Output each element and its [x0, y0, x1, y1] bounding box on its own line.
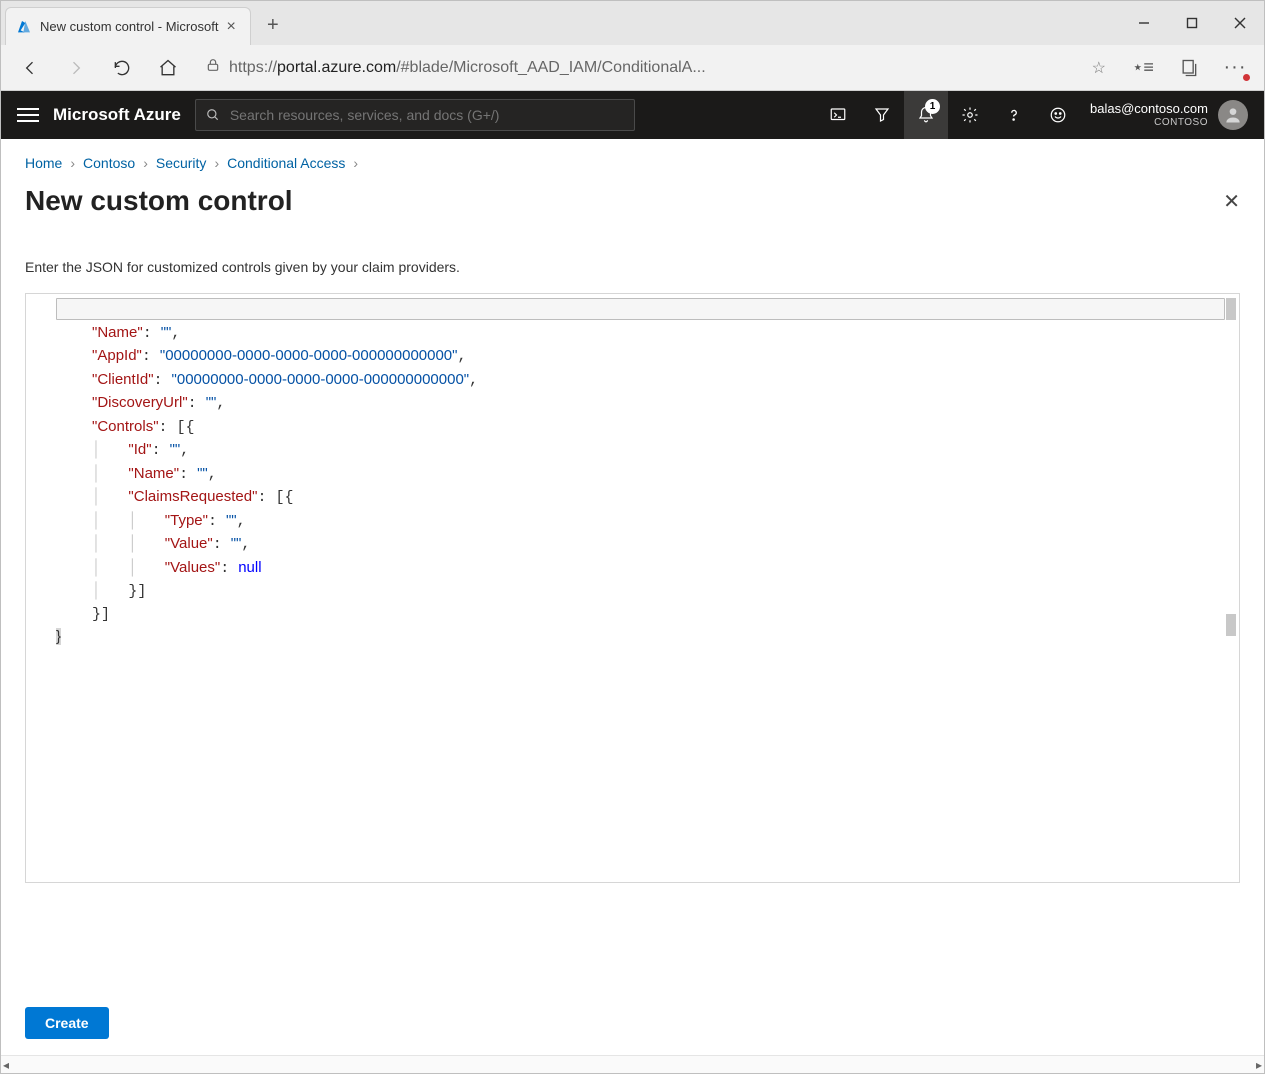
nav-refresh-button[interactable]: [103, 49, 141, 87]
breadcrumb-conditional-access[interactable]: Conditional Access: [227, 155, 345, 171]
scroll-right-icon[interactable]: ▸: [1256, 1058, 1262, 1072]
notification-badge: 1: [925, 99, 940, 114]
window-controls: [1120, 1, 1264, 45]
portal-menu-button[interactable]: [17, 108, 39, 122]
search-icon: [206, 108, 220, 122]
star-outline-icon[interactable]: ☆: [1092, 58, 1106, 78]
browser-tab[interactable]: New custom control - Microsoft ×: [5, 7, 251, 45]
json-editor[interactable]: { "Name": "", "AppId": "00000000-0000-00…: [25, 293, 1240, 883]
breadcrumb-home[interactable]: Home: [25, 155, 62, 171]
horizontal-scrollbar[interactable]: ◂ ▸: [1, 1055, 1264, 1073]
window-maximize-button[interactable]: [1168, 1, 1216, 45]
browser-more-button[interactable]: ···: [1216, 49, 1254, 87]
browser-toolbar: https://portal.azure.com/#blade/Microsof…: [1, 45, 1264, 91]
window-minimize-button[interactable]: [1120, 1, 1168, 45]
favorites-icon[interactable]: ⋆≡: [1124, 49, 1162, 87]
create-button[interactable]: Create: [25, 1007, 109, 1039]
address-bar[interactable]: https://portal.azure.com/#blade/Microsof…: [195, 57, 1116, 78]
scroll-left-icon[interactable]: ◂: [3, 1058, 9, 1072]
azure-favicon-icon: [16, 19, 32, 35]
directory-filter-icon[interactable]: [860, 91, 904, 139]
browser-window: New custom control - Microsoft × + https…: [0, 0, 1265, 1074]
feedback-icon[interactable]: [1036, 91, 1080, 139]
account-email: balas@contoso.com: [1090, 102, 1208, 116]
collections-icon[interactable]: [1170, 49, 1208, 87]
portal-header-icons: 1 balas@contoso.com CONTOSO: [816, 91, 1248, 139]
account-tenant: CONTOSO: [1154, 117, 1208, 128]
blade-footer: Create: [25, 989, 1240, 1055]
settings-icon[interactable]: [948, 91, 992, 139]
breadcrumb-security[interactable]: Security: [156, 155, 207, 171]
breadcrumb-contoso[interactable]: Contoso: [83, 155, 135, 171]
global-search[interactable]: [195, 99, 635, 131]
nav-forward-button[interactable]: [57, 49, 95, 87]
global-search-input[interactable]: [228, 106, 624, 124]
url-text: https://portal.azure.com/#blade/Microsof…: [229, 59, 706, 77]
notifications-icon[interactable]: 1: [904, 91, 948, 139]
breadcrumb: Home› Contoso› Security› Conditional Acc…: [25, 155, 1240, 171]
help-icon[interactable]: [992, 91, 1036, 139]
nav-back-button[interactable]: [11, 49, 49, 87]
blade-content: Home› Contoso› Security› Conditional Acc…: [1, 139, 1264, 1055]
nav-home-button[interactable]: [149, 49, 187, 87]
blade-close-button[interactable]: ✕: [1223, 189, 1240, 214]
instruction-text: Enter the JSON for customized controls g…: [25, 259, 1240, 275]
avatar-icon: [1218, 100, 1248, 130]
browser-tabstrip: New custom control - Microsoft × +: [1, 1, 289, 45]
browser-tab-title: New custom control - Microsoft: [40, 19, 218, 34]
account-control[interactable]: balas@contoso.com CONTOSO: [1080, 100, 1248, 130]
json-editor-textarea[interactable]: { "Name": "", "AppId": "00000000-0000-00…: [26, 294, 1239, 882]
portal-brand[interactable]: Microsoft Azure: [53, 105, 181, 125]
lock-icon: [205, 57, 221, 78]
page-title: New custom control: [25, 185, 293, 217]
window-close-button[interactable]: [1216, 1, 1264, 45]
cloud-shell-icon[interactable]: [816, 91, 860, 139]
azure-top-bar: Microsoft Azure 1 balas@contoso.com CONT…: [1, 91, 1264, 139]
new-tab-button[interactable]: +: [257, 9, 289, 41]
tab-close-icon[interactable]: ×: [226, 18, 235, 36]
browser-titlebar: New custom control - Microsoft × +: [1, 1, 1264, 45]
